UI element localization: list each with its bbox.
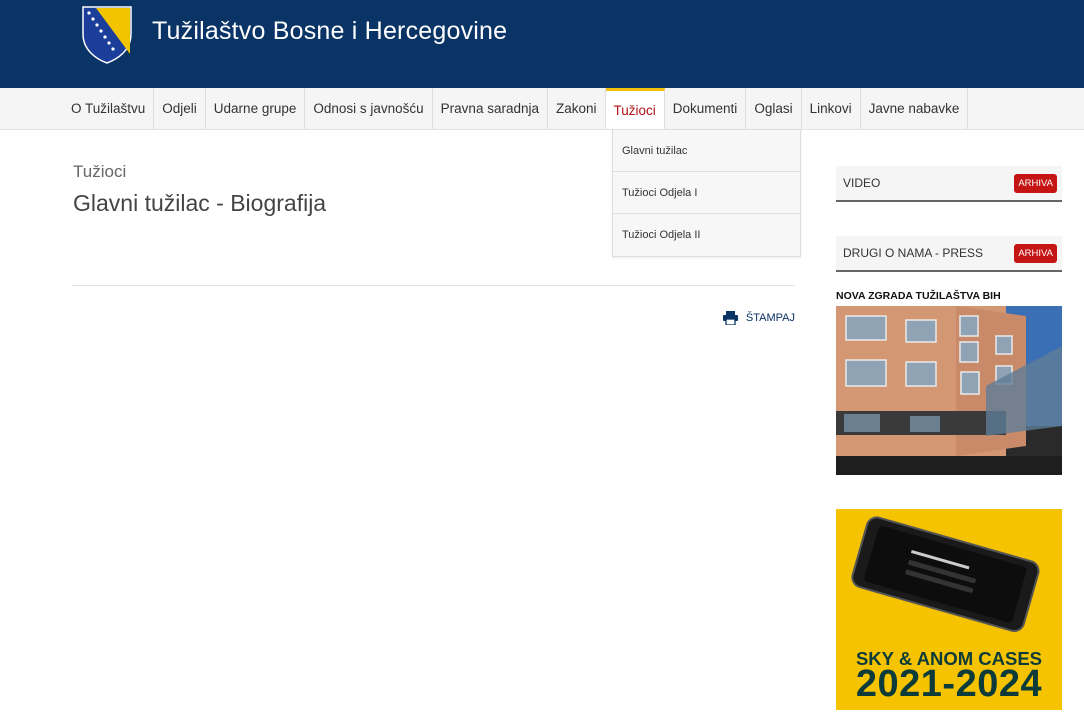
nav-item-linkovi[interactable]: Linkovi	[802, 88, 861, 129]
nav-item-udarne-grupe[interactable]: Udarne grupe	[206, 88, 306, 129]
press-label[interactable]: DRUGI O NAMA - PRESS	[843, 246, 983, 260]
print-label: ŠTAMPAJ	[745, 312, 795, 324]
site-header: Tužilaštvo Bosne i Hercegovine	[0, 0, 1084, 88]
video-archive-button[interactable]: ARHIVA	[1014, 173, 1057, 193]
nav-item-oglasi[interactable]: Oglasi	[746, 88, 802, 129]
press-archive-button[interactable]: ARHIVA	[1014, 243, 1057, 263]
nav-item-odnosi-s-javnošću[interactable]: Odnosi s javnošću	[305, 88, 433, 129]
nav-item-o-tužilaštvu[interactable]: O Tužilaštvu	[63, 88, 155, 129]
printer-icon	[722, 311, 738, 325]
sky-anom-cases-banner[interactable]: SKY & ANOM CASES 2021-2024	[836, 509, 1062, 710]
video-label[interactable]: VIDEO	[843, 176, 880, 190]
nav-item-zakoni[interactable]: Zakoni	[548, 88, 606, 129]
nav-item-odjeli[interactable]: Odjeli	[154, 88, 206, 129]
promo-years: 2021-2024	[855, 663, 1043, 705]
tuzioci-dropdown-menu: Glavni tužilac Tužioci Odjela I Tužioci …	[612, 129, 801, 257]
dropdown-item-tuzioci-odjela-i[interactable]: Tužioci Odjela I	[613, 172, 800, 214]
dropdown-item-tuzioci-odjela-ii[interactable]: Tužioci Odjela II	[613, 214, 800, 256]
print-link[interactable]: ŠTAMPAJ	[722, 311, 795, 325]
building-heading: NOVA ZGRADA TUŽILAŠTVA BIH	[836, 290, 1001, 302]
building-photo[interactable]	[836, 306, 1062, 475]
main-nav: O Tužilaštvu Odjeli Udarne grupe Odnosi s j…	[0, 88, 1084, 130]
video-box: VIDEO ARHIVA	[836, 166, 1062, 202]
bih-coat-of-arms-icon[interactable]	[82, 6, 132, 64]
nav-item-javne-nabavke[interactable]: Javne nabavke	[861, 88, 969, 129]
site-title[interactable]: Tužilaštvo Bosne i Hercegovine	[152, 17, 507, 46]
dropdown-item-glavni-tuzilac[interactable]: Glavni tužilac	[613, 130, 800, 172]
nav-item-tužioci[interactable]: Tužioci	[605, 88, 665, 129]
nav-item-pravna-saradnja[interactable]: Pravna saradnja	[433, 88, 548, 129]
press-box: DRUGI O NAMA - PRESS ARHIVA	[836, 236, 1062, 272]
content-divider	[72, 285, 795, 286]
page-category: Tužioci	[73, 162, 127, 181]
nav-item-dokumenti[interactable]: Dokumenti	[665, 88, 747, 129]
page-title: Glavni tužilac - Biografija	[73, 190, 327, 216]
